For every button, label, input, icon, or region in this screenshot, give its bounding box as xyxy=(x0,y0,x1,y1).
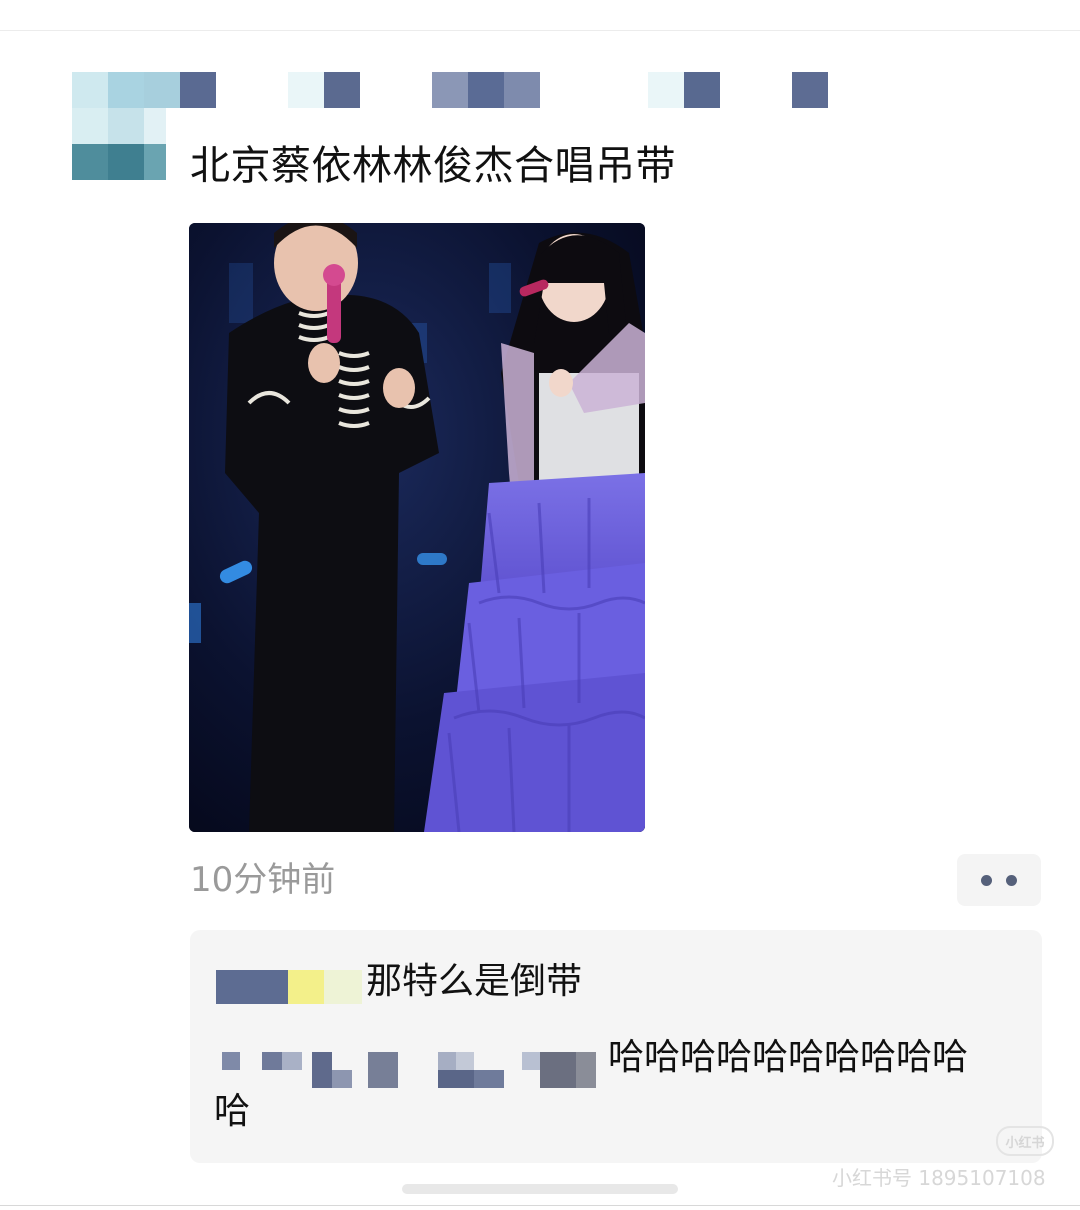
username-redacted[interactable] xyxy=(180,72,840,108)
avatar[interactable] xyxy=(36,72,180,182)
post-timestamp: 10分钟前 xyxy=(190,860,336,900)
bottom-divider xyxy=(0,1205,1080,1206)
more-button[interactable] xyxy=(957,854,1041,906)
post-title: 北京蔡依林林俊杰合唱吊带 xyxy=(190,143,676,189)
watermark-logo: 小红书 xyxy=(996,1126,1054,1156)
post-image[interactable] xyxy=(189,223,645,832)
comment-text-wrap: 哈 xyxy=(214,1091,251,1132)
home-indicator xyxy=(402,1184,678,1194)
top-divider xyxy=(0,30,1080,31)
commenter-name-redacted[interactable] xyxy=(216,970,362,1004)
comment-text: 那特么是倒带 xyxy=(366,961,583,1002)
commenter-name-redacted[interactable] xyxy=(202,1048,602,1088)
comments-box: 那特么是倒带 哈哈哈哈哈哈哈哈哈哈 哈 xyxy=(190,930,1042,1163)
comment-text: 哈哈哈哈哈哈哈哈哈哈 xyxy=(608,1037,969,1078)
watermark-text: 小红书号 1895107108 xyxy=(832,1166,1046,1190)
more-dots-icon xyxy=(981,874,1017,886)
